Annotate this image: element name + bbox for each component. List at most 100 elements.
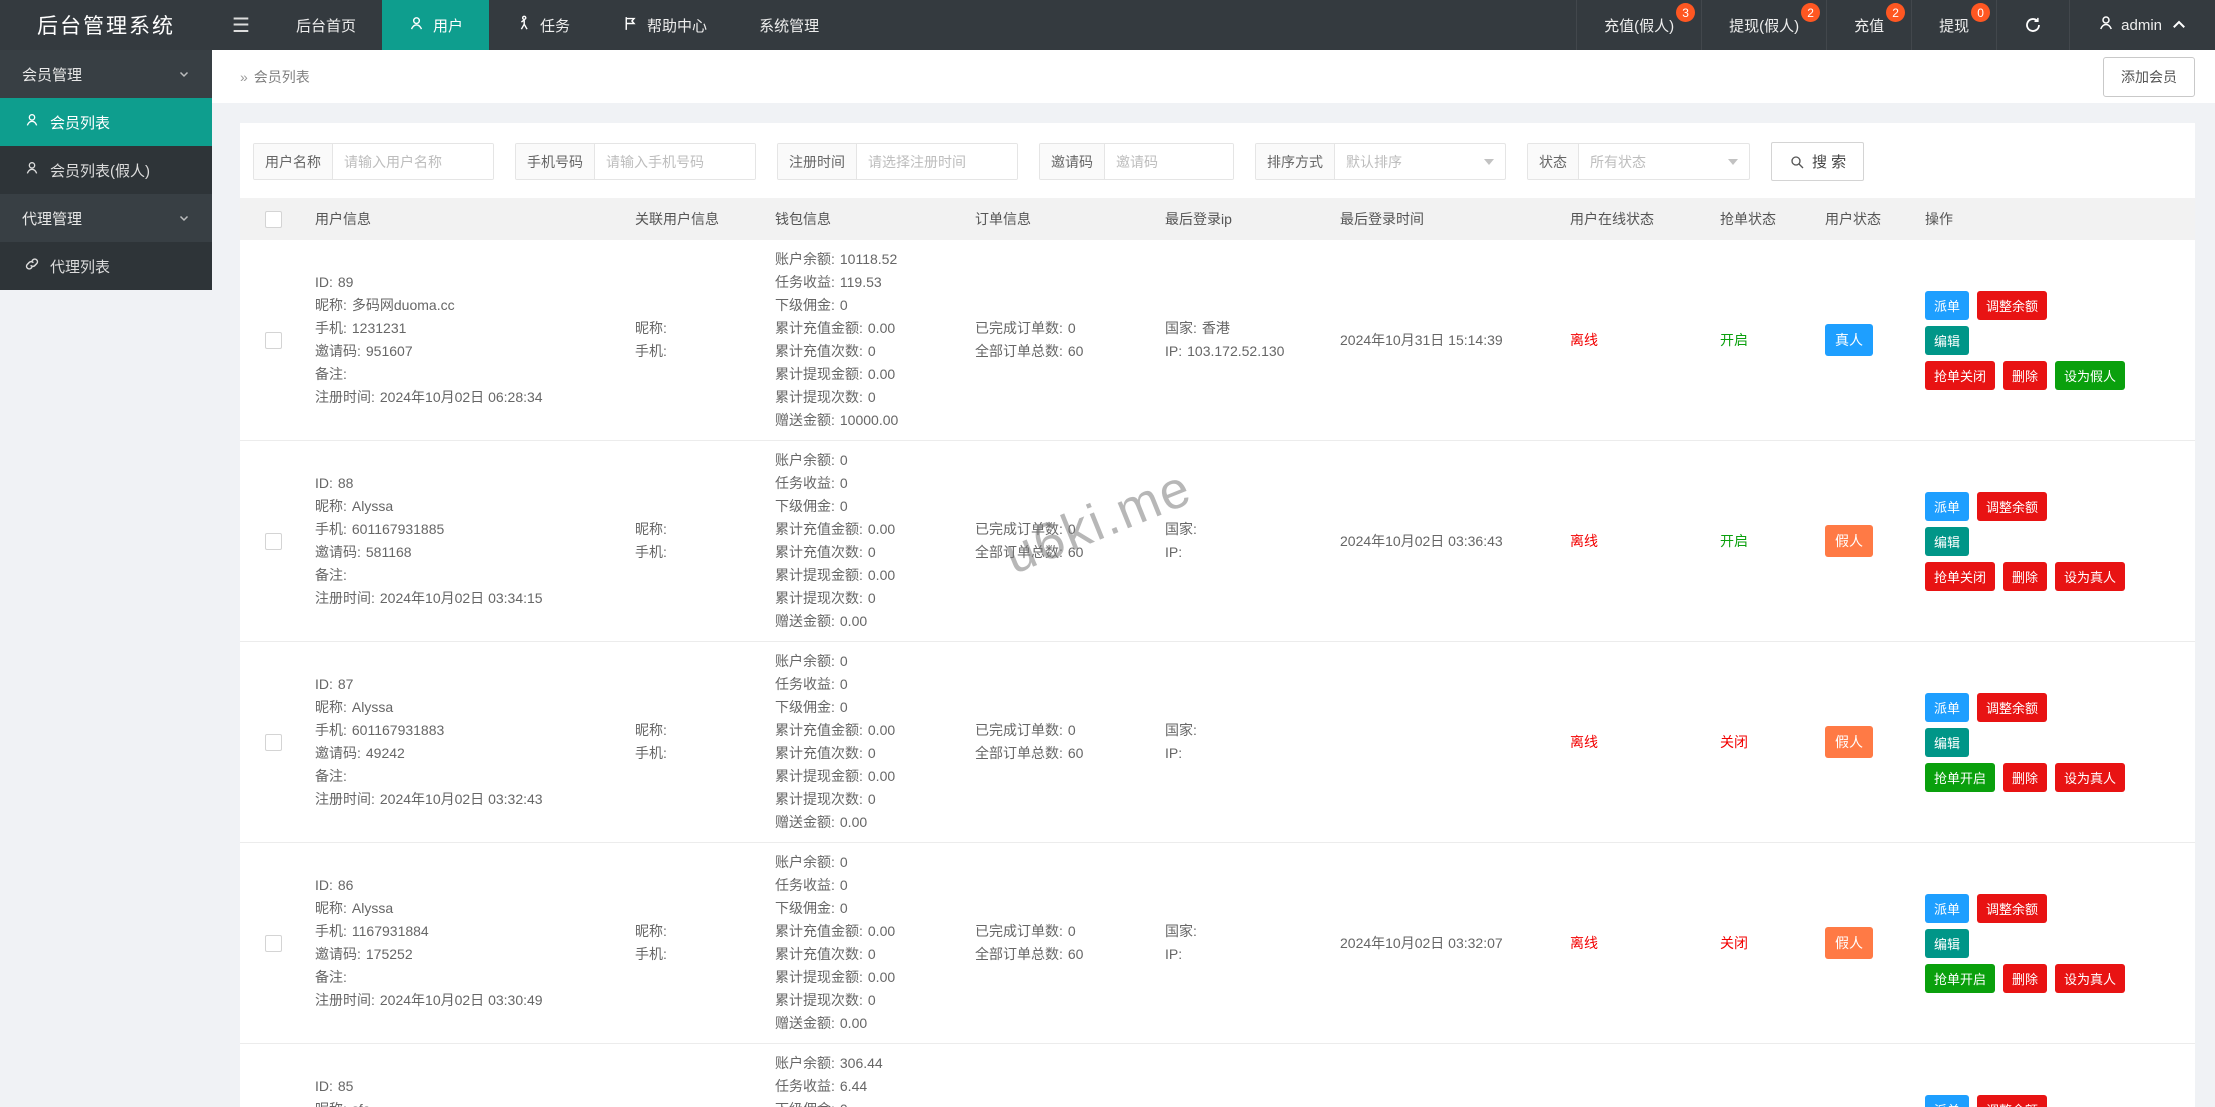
- regtime-input[interactable]: [857, 144, 1017, 179]
- filter-username: 用户名称: [253, 143, 494, 180]
- adjust-balance-button[interactable]: 调整余额: [1977, 1094, 2048, 1107]
- edit-button[interactable]: 编辑: [1925, 727, 1970, 757]
- user-type-badge: 假人: [1810, 927, 1910, 959]
- orders-total: 60: [1067, 745, 1084, 761]
- dispatch-order-button[interactable]: 派单: [1925, 893, 1970, 923]
- set-type-button[interactable]: 设为真人: [2055, 963, 2126, 993]
- wallet-recharge-amount: 0.00: [867, 923, 896, 939]
- orders-completed: 0: [1067, 521, 1076, 537]
- nav-item-help[interactable]: 帮助中心: [596, 0, 733, 50]
- col-wallet-info: 钱包信息: [775, 211, 831, 227]
- dispatch-order-button[interactable]: 派单: [1925, 1094, 1970, 1107]
- table-row: ID:85 昵称:sfa 手机:1167931883 邀请码:29314 备注:…: [240, 1044, 2195, 1107]
- sort-select[interactable]: 默认排序: [1335, 144, 1505, 179]
- dispatch-order-button[interactable]: 派单: [1925, 290, 1970, 320]
- user-type-badge: 真人: [1810, 324, 1910, 356]
- user-icon: [2097, 14, 2115, 36]
- adjust-balance-button[interactable]: 调整余额: [1977, 491, 2048, 521]
- phone-input[interactable]: [595, 144, 755, 179]
- refresh-icon[interactable]: [1996, 0, 2069, 50]
- table-row: ID: 89 昵称: 多码网duoma.cc 手机: 1231231 邀请码: 9516…: [240, 240, 2195, 441]
- user-invite-code: 49242: [365, 745, 405, 761]
- edit-button[interactable]: 编辑: [1925, 928, 1970, 958]
- set-type-button[interactable]: 设为假人: [2055, 360, 2126, 390]
- top-navbar: 后台管理系统 ☰ 后台首页 用户 任务 帮助中心 系统管理 充值(假人) 3 提…: [0, 0, 2215, 50]
- nav-item-users[interactable]: 用户: [382, 0, 490, 50]
- add-member-button[interactable]: 添加会员: [2103, 56, 2195, 97]
- wallet-gift-amount: 10000.00: [839, 412, 899, 428]
- nav-item-system[interactable]: 系统管理: [733, 0, 845, 50]
- orders-completed: 0: [1067, 923, 1076, 939]
- row-checkbox[interactable]: [265, 733, 282, 751]
- nav-item-tasks[interactable]: 任务: [489, 0, 596, 50]
- col-related-info: 关联用户信息: [635, 211, 719, 227]
- dispatch-order-button[interactable]: 派单: [1925, 491, 1970, 521]
- sidebar: 会员管理 会员列表 会员列表(假人) 代理管理 代理列表: [0, 50, 212, 1107]
- user-info-cell: ID: 86 昵称: Alyssa 手机: 1167931884 邀请码: 175252…: [315, 877, 543, 1008]
- select-all-checkbox[interactable]: [265, 210, 282, 228]
- col-user-state: 用户状态: [1825, 211, 1881, 227]
- orders-completed: 0: [1067, 320, 1076, 336]
- row-checkbox[interactable]: [265, 934, 282, 952]
- sidebar-item-agent-list[interactable]: 代理列表: [0, 242, 212, 290]
- adjust-balance-button[interactable]: 调整余额: [1977, 893, 2048, 923]
- sidebar-item-member-list-fake[interactable]: 会员列表(假人): [0, 146, 212, 194]
- hamburger-icon[interactable]: ☰: [212, 0, 270, 50]
- dropdown-arrow-icon: [1728, 159, 1738, 170]
- user-phone: 601167931885: [351, 521, 445, 537]
- user-invite-code: 581168: [365, 544, 412, 560]
- edit-button[interactable]: 编辑: [1925, 526, 1970, 556]
- wallet-balance: 0: [839, 452, 848, 468]
- grab-toggle-button[interactable]: 抢单开启: [1925, 963, 1996, 993]
- nav-recharge-fake[interactable]: 充值(假人) 3: [1576, 0, 1701, 50]
- nav-item-home[interactable]: 后台首页: [270, 0, 382, 50]
- dispatch-order-button[interactable]: 派单: [1925, 692, 1970, 722]
- sidebar-item-member-list[interactable]: 会员列表: [0, 98, 212, 146]
- wallet-task-income: 0: [839, 676, 848, 692]
- orders-total: 60: [1067, 946, 1084, 962]
- edit-button[interactable]: 编辑: [1925, 325, 1970, 355]
- user-reg-time: 2024年10月02日 03:34:15: [379, 590, 543, 606]
- user-nickname: Alyssa: [351, 699, 394, 715]
- chevron-down-icon: [179, 215, 189, 222]
- badge-count: 2: [1886, 3, 1906, 22]
- delete-button[interactable]: 删除: [2003, 360, 2048, 390]
- orders-completed: 0: [1067, 722, 1076, 738]
- user-info-cell: ID: 87 昵称: Alyssa 手机: 601167931883 邀请码: 4924…: [315, 676, 543, 807]
- status-select[interactable]: 所有状态: [1579, 144, 1749, 179]
- grab-toggle-button[interactable]: 抢单开启: [1925, 762, 1996, 792]
- delete-button[interactable]: 删除: [2003, 561, 2048, 591]
- nav-withdraw-fake[interactable]: 提现(假人) 2: [1701, 0, 1826, 50]
- row-checkbox[interactable]: [265, 331, 282, 349]
- delete-button[interactable]: 删除: [2003, 963, 2048, 993]
- user-info-cell: ID: 88 昵称: Alyssa 手机: 601167931885 邀请码: 5811…: [315, 475, 543, 606]
- wallet-sub-commission: 0: [839, 699, 848, 715]
- last-login-time: 2024年10月31日 15:14:39: [1340, 332, 1503, 348]
- user-info-cell: ID:85 昵称:sfa 手机:1167931883 邀请码:29314 备注:…: [300, 1075, 620, 1107]
- invite-code-input[interactable]: [1105, 144, 1233, 179]
- grab-status: 开启: [1720, 533, 1748, 549]
- row-checkbox[interactable]: [265, 532, 282, 550]
- grab-toggle-button[interactable]: 抢单关闭: [1925, 561, 1996, 591]
- username-input[interactable]: [333, 144, 493, 179]
- table-header: 用户信息 关联用户信息 钱包信息 订单信息 最后登录ip 最后登录时间 用户在线…: [240, 198, 2195, 240]
- table-body: ID: 89 昵称: 多码网duoma.cc 手机: 1231231 邀请码: 9516…: [240, 240, 2195, 1107]
- search-button[interactable]: 搜 索: [1771, 142, 1865, 181]
- badge-count: 0: [1971, 3, 1991, 22]
- sidebar-group-agent-mgmt[interactable]: 代理管理: [0, 194, 212, 242]
- set-type-button[interactable]: 设为真人: [2055, 561, 2126, 591]
- orders-cell: 已完成订单数: 0 全部订单总数: 60: [975, 521, 1084, 560]
- adjust-balance-button[interactable]: 调整余额: [1977, 692, 2048, 722]
- wallet-task-income: 6.44: [839, 1078, 868, 1094]
- grab-toggle-button[interactable]: 抢单关闭: [1925, 360, 1996, 390]
- delete-button[interactable]: 删除: [2003, 762, 2048, 792]
- set-type-button[interactable]: 设为真人: [2055, 762, 2126, 792]
- nav-recharge[interactable]: 充值 2: [1826, 0, 1911, 50]
- sidebar-group-member-mgmt[interactable]: 会员管理: [0, 50, 212, 98]
- user-menu[interactable]: admin: [2069, 0, 2215, 50]
- wallet-withdraw-count: 0: [867, 590, 876, 606]
- nav-withdraw[interactable]: 提现 0: [1911, 0, 1996, 50]
- adjust-balance-button[interactable]: 调整余额: [1977, 290, 2048, 320]
- dropdown-arrow-icon: [1484, 159, 1494, 170]
- wallet-cell: 账户余额: 0 任务收益: 0 下级佣金: 0 累计充值金额: 0.00 累计充值次数:…: [775, 854, 896, 1031]
